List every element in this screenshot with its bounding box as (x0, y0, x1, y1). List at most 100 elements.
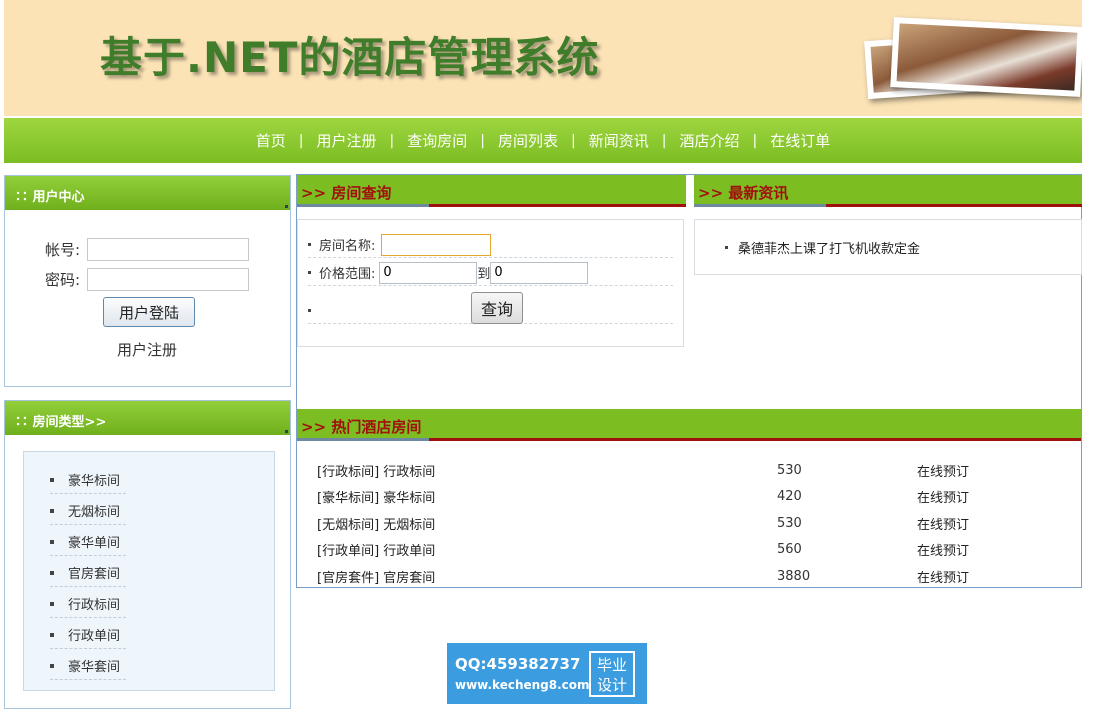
bullet-icon (50, 570, 54, 575)
room-type-item[interactable]: 行政单间 (50, 621, 126, 649)
badge-qq: QQ:459382737 (455, 654, 581, 673)
site-title: 基于.NET的酒店管理系统 (100, 33, 600, 82)
room-type-item[interactable]: 无烟标间 (50, 497, 126, 525)
user-center-panel: ∷ 用户中心 帐号: 密码: 用户登陆 用户注册 (4, 175, 291, 387)
bullet-icon (725, 246, 728, 249)
main-content: >> 房间查询 房间名称: 价格范围: 到 查询 >> 最新资讯 (296, 174, 1082, 588)
bullet-icon (50, 477, 54, 482)
grip-icon: ∷ (15, 190, 29, 205)
bullet-icon (50, 632, 54, 637)
bullet-icon (50, 508, 54, 513)
news-list: 桑德菲杰上课了打飞机收款定金 (694, 219, 1082, 275)
corner-dot (285, 205, 288, 208)
room-price: 530 (777, 515, 802, 531)
price-min-input[interactable] (379, 261, 478, 284)
nav-register[interactable]: 用户注册 (313, 130, 381, 151)
hot-rooms-table: [行政标间] 行政标间 530 在线预订 [豪华标间] 豪华标间 420 在线预… (317, 457, 1017, 590)
table-row: [官房套件] 官房套间 3880 在线预订 (317, 563, 1017, 590)
nav-home[interactable]: 首页 (252, 130, 290, 151)
table-row: [行政单间] 行政单间 560 在线预订 (317, 537, 1017, 564)
price-max-input[interactable] (490, 261, 589, 284)
room-type-item[interactable]: 官房套间 (50, 559, 126, 587)
user-center-header: ∷ 用户中心 (5, 176, 290, 210)
nav-room-list[interactable]: 房间列表 (494, 130, 562, 151)
room-type-item[interactable]: 行政标间 (50, 590, 126, 618)
room-search-section: >> 房间查询 房间名称: 价格范围: 到 查询 (297, 175, 686, 347)
book-online-link[interactable]: 在线预订 (917, 540, 1017, 559)
room-name[interactable]: [豪华标间] 豪华标间 (317, 487, 777, 506)
nav-search-rooms[interactable]: 查询房间 (403, 130, 471, 151)
nav-separator: | (298, 132, 304, 149)
room-type-item[interactable]: 豪华单间 (50, 528, 126, 556)
account-label: 帐号: (45, 241, 81, 259)
password-input[interactable] (87, 268, 249, 291)
header-banner: 基于.NET的酒店管理系统 (4, 0, 1082, 116)
news-item[interactable]: 桑德菲杰上课了打飞机收款定金 (725, 238, 920, 257)
watermark-badge: QQ:459382737 www.kecheng8.com 毕业 设计 (447, 643, 647, 704)
table-row: [无烟标间] 无烟标间 530 在线预订 (317, 510, 1017, 537)
room-search-header: >> 房间查询 (297, 175, 686, 207)
bullet-icon (308, 271, 311, 274)
room-types-title: ∷ 房间类型>> (15, 415, 107, 430)
badge-text: QQ:459382737 www.kecheng8.com (447, 653, 590, 695)
room-name-input[interactable] (381, 233, 492, 256)
nav-hotel-intro[interactable]: 酒店介绍 (675, 130, 743, 151)
room-price: 530 (777, 462, 802, 478)
room-types-panel: ∷ 房间类型>> 豪华标间 无烟标间 豪华单间 官房套间 行政标间 行政单间 豪… (4, 400, 291, 709)
room-price: 3880 (777, 568, 811, 584)
password-row: 密码: (45, 268, 249, 291)
room-name[interactable]: [行政单间] 行政单间 (317, 540, 777, 559)
book-online-link[interactable]: 在线预订 (917, 514, 1017, 533)
nav-separator: | (480, 132, 485, 149)
badge-url: www.kecheng8.com (455, 677, 590, 692)
bullet-icon (308, 309, 311, 312)
hot-rooms-title: >> 热门酒店房间 (301, 418, 422, 436)
room-type-item[interactable]: 豪华套间 (50, 652, 126, 680)
room-name-row: 房间名称: (308, 232, 673, 258)
account-input[interactable] (87, 238, 249, 261)
room-type-item[interactable]: 豪华标间 (50, 466, 126, 494)
password-label: 密码: (45, 271, 81, 289)
bullet-icon (50, 663, 54, 668)
table-row: [行政标间] 行政标间 530 在线预订 (317, 457, 1017, 484)
login-button[interactable]: 用户登陆 (103, 297, 195, 327)
table-row: [豪华标间] 豪华标间 420 在线预订 (317, 484, 1017, 511)
room-name-label: 房间名称: (319, 239, 376, 254)
room-search-form: 房间名称: 价格范围: 到 (297, 219, 684, 347)
user-center-title: ∷ 用户中心 (15, 190, 85, 205)
nav-separator: | (571, 132, 576, 149)
badge-tag: 毕业 设计 (589, 650, 635, 697)
room-name[interactable]: [行政标间] 行政标间 (317, 461, 777, 480)
latest-news-title: >> 最新资讯 (698, 184, 789, 202)
price-range-label: 价格范围: (319, 267, 376, 282)
room-types-header: ∷ 房间类型>> (5, 401, 290, 435)
bullet-icon (50, 539, 54, 544)
book-online-link[interactable]: 在线预订 (917, 461, 1017, 480)
bullet-icon (50, 601, 54, 606)
hot-rooms-section: >> 热门酒店房间 [行政标间] 行政标间 530 在线预订 [豪华标间] 豪华… (297, 409, 1081, 586)
nav-news[interactable]: 新闻资讯 (585, 130, 653, 151)
room-price: 560 (777, 542, 802, 558)
room-search-title: >> 房间查询 (301, 184, 392, 202)
nav-separator: | (661, 132, 667, 149)
room-type-list: 豪华标间 无烟标间 豪华单间 官房套间 行政标间 行政单间 豪华套间 (23, 451, 275, 691)
register-link[interactable]: 用户注册 (117, 339, 177, 360)
room-price: 420 (777, 489, 802, 505)
latest-news-header: >> 最新资讯 (694, 175, 1082, 207)
grip-icon: ∷ (15, 415, 29, 430)
nav-separator: | (389, 132, 395, 149)
price-range-row: 价格范围: 到 (308, 260, 673, 286)
account-row: 帐号: (45, 238, 249, 261)
nav-separator: | (752, 132, 758, 149)
room-name[interactable]: [官房套件] 官房套间 (317, 567, 777, 586)
hot-rooms-header: >> 热门酒店房间 (297, 409, 1081, 441)
book-online-link[interactable]: 在线预订 (917, 567, 1017, 586)
corner-dot (285, 430, 288, 433)
hotel-photo (890, 17, 1082, 97)
main-nav: 首页 | 用户注册 | 查询房间 | 房间列表 | 新闻资讯 | 酒店介绍 | … (4, 118, 1082, 163)
bullet-icon (308, 243, 311, 246)
nav-online-orders[interactable]: 在线订单 (766, 130, 834, 151)
query-button[interactable]: 查询 (471, 292, 523, 324)
room-name[interactable]: [无烟标间] 无烟标间 (317, 514, 777, 533)
book-online-link[interactable]: 在线预订 (917, 487, 1017, 506)
